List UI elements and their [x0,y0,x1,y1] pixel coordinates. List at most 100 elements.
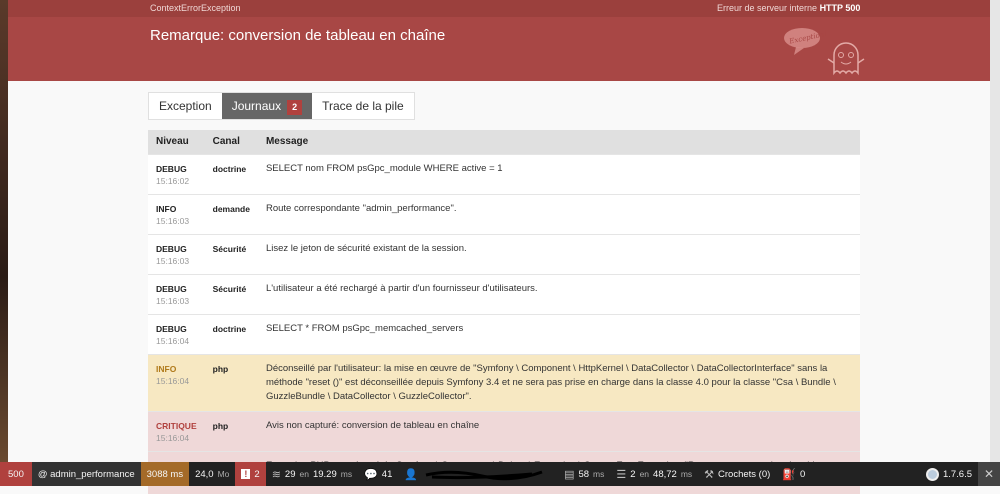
log-row: CRITIQUE 15:16:04 php Avis non capturé: con… [148,410,860,451]
user-icon: 👤 [404,468,419,481]
top-bar: ContextErrorException Erreur de serveur … [0,0,1000,17]
log-level-cell: DEBUG 15:16:02 [148,153,205,194]
log-row: DEBUG 15:16:03 Sécurité Lisez le jeton de s… [148,233,860,274]
tab-bar: Exception Journaux 2 Trace de la pile [148,92,415,120]
toolbar-twig[interactable]: ▤ 58 ms [558,462,610,486]
log-time: 15:16:04 [156,375,190,386]
cache-time: 48,72 [653,468,677,480]
logs-count-badge: 2 [287,100,303,115]
database-layers-icon: ≋ [271,468,281,481]
tab-exception[interactable]: Exception [149,93,222,119]
log-level: CRITIQUE [156,420,197,431]
tab-stack-trace[interactable]: Trace de la pile [312,93,414,119]
modules-count: 0 [800,468,806,480]
log-level-cell: INFO 15:16:04 [148,353,205,411]
log-time: 15:16:04 [156,335,190,346]
status-code: HTTP 500 [819,3,861,13]
log-level: INFO [156,203,177,214]
tab-logs-label: Journaux [231,99,282,113]
exception-ghost-logo: Exception! [784,28,865,76]
cache-unit: ms [680,469,693,479]
col-channel: Canal [204,130,258,154]
log-message: SELECT nom FROM psGpc_module WHERE activ… [257,153,860,194]
exception-class: ContextErrorException [150,3,241,13]
log-time: 15:16:03 [156,295,190,306]
log-channel: doctrine [204,313,258,354]
toolbar-modules[interactable]: ⛽ 0 [776,462,811,486]
twig-unit: ms [593,469,605,479]
toolbar-user[interactable]: 👤 [398,462,558,486]
log-row: DEBUG 15:16:04 doctrine SELECT * FROM psGpc… [148,313,860,354]
toolbar-memory[interactable]: 24,0 Mo [189,462,235,486]
http-status: Erreur de serveur interne HTTP 500 [717,0,860,16]
memory-value: 24,0 [195,468,214,480]
queries-in: en [299,469,309,479]
page-title: Remarque: conversion de tableau en chaîn… [150,27,446,44]
redacted-scribble [425,470,543,481]
log-channel: demande [204,193,258,234]
log-message: Lisez le jeton de sécurité existant de l… [257,233,860,274]
log-message: Avis non capturé: conversion de tableau … [257,410,860,451]
translation-icon: 💬 [364,468,378,481]
log-level: INFO [156,363,177,374]
log-channel: Sécurité [204,273,258,314]
logs-table: Niveau Canal Message DEBUG 15:16:02 doctri… [148,130,860,494]
toolbar-cache[interactable]: ☰ 2 en 48,72 ms [610,462,698,486]
col-message: Message [257,130,860,154]
toolbar-hooks[interactable]: ⚒ Crochets (0) [698,462,776,486]
log-level-cell: INFO 15:16:03 [148,193,205,234]
close-icon: ✕ [983,467,995,481]
queries-unit: ms [340,469,353,479]
log-row: INFO 15:16:04 php Déconseillé par l'utilisa… [148,353,860,411]
log-channel: Sécurité [204,233,258,274]
toolbar-time[interactable]: 3088 ms [140,462,190,486]
toolbar-queries[interactable]: ≋ 29 en 19.29 ms [266,462,358,486]
prestashop-logo-icon [925,467,939,481]
errors-count: 2 [254,468,260,480]
debug-toolbar: 500 @ admin_performance 3088 ms 24,0 Mo !… [0,462,1000,486]
twig-time: 58 [578,468,590,480]
cache-in: en [639,469,650,479]
log-message: Déconseillé par l'utilisateur: la mise e… [257,353,860,411]
toolbar-status[interactable]: 500 [0,462,32,486]
log-message: L'utilisateur a été rechargé à partir d'… [257,273,860,314]
queries-time: 19.29 [312,468,337,480]
cache-count: 2 [630,468,636,480]
log-level-cell: DEBUG 15:16:03 [148,233,205,274]
version-number: 1.7.6.5 [942,468,972,480]
queries-count: 29 [284,468,296,480]
log-message: Route correspondante "admin_performance"… [257,193,860,234]
log-time: 15:16:02 [156,175,190,186]
log-row: DEBUG 15:16:03 Sécurité L'utilisateur a été… [148,273,860,314]
memory-unit: Mo [217,469,230,479]
desktop-background [0,0,8,462]
template-icon: ▤ [564,468,575,481]
log-channel: php [204,353,258,411]
log-channel: doctrine [204,153,258,194]
header: Remarque: conversion de tableau en chaîn… [0,17,1000,81]
server-icon: ☰ [616,468,627,481]
log-time: 15:16:03 [156,255,190,266]
toolbar-version[interactable]: 1.7.6.5 [920,462,978,486]
log-channel: php [204,410,258,451]
close-toolbar-button[interactable]: ✕ [978,462,1000,486]
fuel-icon: ⛽ [782,468,796,481]
log-time: 15:16:04 [156,432,190,443]
log-level: DEBUG [156,243,187,254]
log-row: INFO 15:16:03 demande Route correspondante … [148,193,860,234]
toolbar-route[interactable]: @ admin_performance [31,462,141,486]
log-message: SELECT * FROM psGpc_memcached_servers [257,313,860,354]
toolbar-translations[interactable]: 💬 41 [358,462,398,486]
tab-logs[interactable]: Journaux 2 [221,93,313,119]
log-level-cell: DEBUG 15:16:04 [148,313,205,354]
log-level-cell: DEBUG 15:16:03 [148,273,205,314]
hooks-label: Crochets (0) [718,468,771,480]
error-icon: ! [241,469,251,479]
translations-count: 41 [381,468,393,480]
toolbar-errors[interactable]: ! 2 [235,462,266,486]
hooks-icon: ⚒ [704,468,715,481]
log-level: DEBUG [156,323,187,334]
log-level-cell: CRITIQUE15:16:04 [148,410,205,451]
log-row: DEBUG 15:16:02 doctrine SELECT nom FROM psG… [148,153,860,194]
col-level: Niveau [148,130,205,154]
